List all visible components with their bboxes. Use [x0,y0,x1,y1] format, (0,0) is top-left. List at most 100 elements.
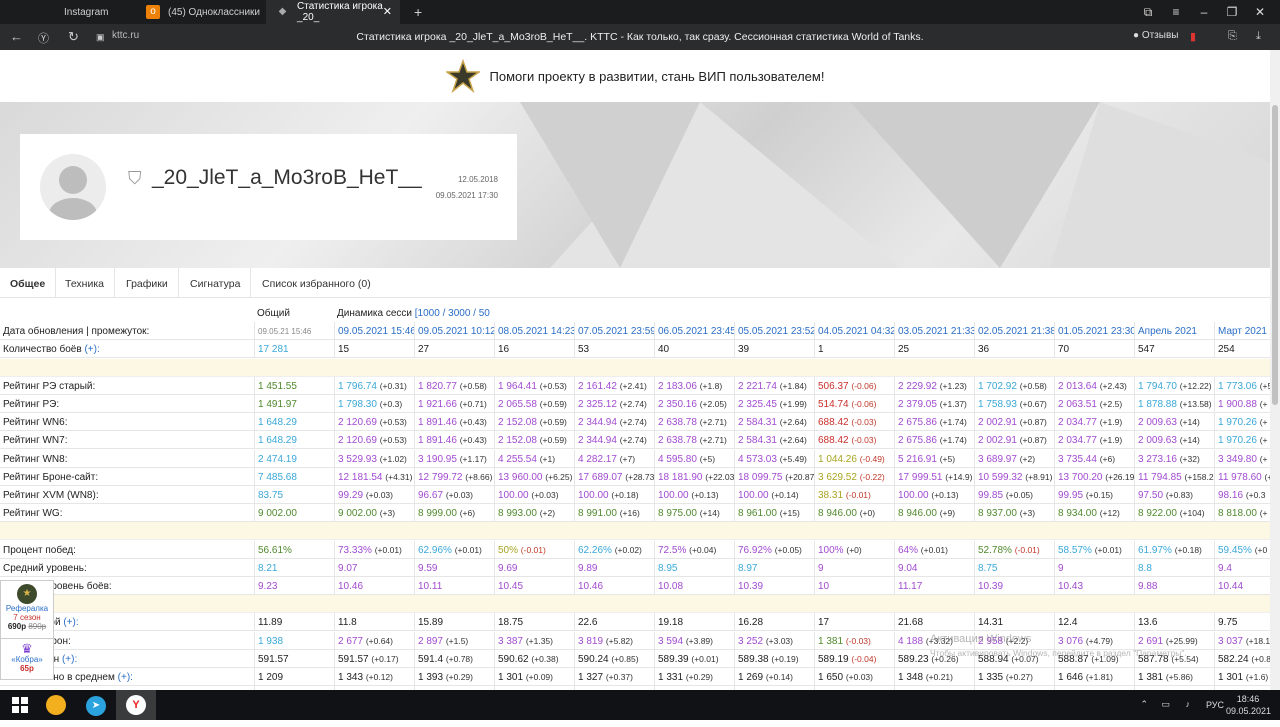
bookmark-icon[interactable]: ▮ [1190,30,1196,43]
date-cell[interactable]: 01.05.2021 23:30 [1054,322,1134,341]
stat-cell: 56.61% [254,540,334,559]
share-icon[interactable]: ⎘ [1228,30,1237,43]
date-cell[interactable]: 07.05.2021 23:59 [574,322,654,341]
stat-delta: (-0.06) [851,380,877,391]
close-window-icon[interactable]: ✕ [1240,0,1280,24]
volume-icon[interactable]: ♪ [1186,699,1191,709]
row-plus-toggle[interactable]: (+): [62,654,77,665]
date-cell[interactable]: 03.05.2021 21:33 [894,322,974,341]
clock-date[interactable]: 09.05.2021 [1226,706,1271,716]
referral-promo[interactable]: ★ Рефералка 7 сезон 690р 890р [1,581,53,639]
stat-cell: 73.33% (+0.01) [334,540,414,559]
reviews-button[interactable]: ● Отзывы [1125,30,1186,41]
battles-cell: 25 [894,340,974,359]
row-label-text: Рейтинг WG: [3,508,63,520]
stat-cell: 83.75 [254,486,334,504]
tray-chevron-icon[interactable]: ⌃ [1140,699,1148,710]
vip-banner[interactable]: Помоги проекту в развитии, стань ВИП пол… [0,50,1270,102]
language-indicator[interactable]: РУС [1206,700,1224,710]
download-icon[interactable]: ⤓ [1256,30,1261,43]
browser-tab-instagram[interactable]: Instagram [32,0,132,24]
stat-value: 62.96% [418,544,452,556]
stat-cell: 4 255.54 (+1) [494,449,574,468]
page-scrollbar[interactable] [1270,50,1280,690]
stat-value: 76.92% [738,544,772,556]
stat-value: 19.18 [658,617,684,629]
app-icon-1[interactable] [36,690,76,720]
stat-value: 3 735.44 [1058,453,1097,465]
stat-delta: (+0.18) [1174,544,1202,555]
stat-delta: (+0) [846,544,862,555]
row-plus-toggle[interactable]: (+): [84,344,99,355]
stat-cell: 2 350.16 (+2.05) [654,395,734,413]
stat-value: 2 897 [418,635,444,647]
stat-cell: 3 273.16 (+32) [1134,449,1214,468]
stat-cell: 16.28 [734,613,814,632]
stat-cell: 9.89 [574,558,654,577]
date-cell[interactable]: 02.05.2021 21:38 [974,322,1054,341]
date-cell[interactable]: Март 2021 [1214,322,1270,341]
stat-cell: 1 970.26 (+ [1214,413,1270,432]
clock-time[interactable]: 18:46 [1226,694,1270,704]
scrollbar-thumb[interactable] [1272,105,1278,405]
browser-tab-kttc[interactable]: ◆ Статистика игрока _20_ ✕ [266,0,400,24]
windows-start-icon[interactable] [0,690,40,720]
tab-title: (45) Одноклассники [168,6,260,18]
stat-cell: 8 961.00 (+15) [734,504,814,523]
stat-cell: 2 161.42 (+2.41) [574,376,654,395]
stat-delta: (+1.23) [939,380,967,391]
stat-delta: (+0.87) [1019,435,1047,446]
stat-delta: (+5.82) [605,635,633,646]
date-cell[interactable]: 06.05.2021 23:45 [654,322,734,341]
stat-value: 4 573.03 [738,453,777,465]
stat-delta: (+0.29) [685,672,713,682]
stat-delta: (+0.53) [539,380,567,391]
row-label: Количество боёв (+): [0,340,254,358]
stat-value: 590.24 [578,653,609,665]
tab-charts[interactable]: Графики [116,268,179,298]
tab-vehicles[interactable]: Техника [55,268,116,298]
star-badge-icon [445,59,480,93]
stat-cell: 8.21 [254,558,334,577]
stat-delta: (+5.86) [1165,672,1193,682]
date-cell[interactable]: Апрель 2021 [1134,322,1214,341]
stat-cell: 100.00 (+0.18) [574,486,654,504]
player-card: ⛉ _20_JleT_a_Mo3roB_HeT__ 12.05.2018 09.… [20,134,517,240]
row-plus-toggle[interactable]: (+): [118,672,133,683]
date-cell[interactable]: 09.05.2021 10:12 [414,322,494,341]
telegram-icon[interactable]: ➤ [76,690,116,720]
row-plus-toggle[interactable]: (+): [63,617,78,628]
tab-favorites[interactable]: Список избранного (0) [252,268,381,298]
date-cell[interactable]: 05.05.2021 23:52 [734,322,814,341]
row-label: Рейтинг WN8: [0,450,254,468]
date-cell[interactable]: 09.05.2021 15:46 [334,322,414,341]
stat-delta: (+12) [1099,508,1120,519]
tab-general[interactable]: Общее [0,268,57,298]
session-range-links[interactable]: [1000 / 3000 / 50 [415,308,490,319]
stat-cell: 72.5% (+0.04) [654,540,734,559]
date-cell[interactable]: 04.05.2021 04:32 [814,322,894,341]
browser-tab-odnoklassniki[interactable]: о (45) Одноклассники [136,0,262,24]
stat-delta: (+1.74) [939,435,967,446]
stat-delta: (+1.9) [1099,417,1123,428]
kobra-promo[interactable]: ♛ «Кобра» 65р [1,639,53,673]
tab-signature[interactable]: Сигнатура [180,268,252,298]
stat-value: 18.75 [498,617,524,629]
close-tab-icon[interactable]: ✕ [383,5,392,18]
stat-delta: (+0.78) [445,653,473,664]
stat-cell: 2 584.31 (+2.64) [734,431,814,450]
stat-delta: (+0 [1254,544,1268,555]
player-created-date: 12.05.2018 [457,175,498,184]
stat-cell: 1 301 (+1.6) [1214,668,1270,686]
stat-delta: (+0.53) [379,435,407,446]
network-icon[interactable]: ▭ [1161,699,1170,710]
stat-cell: 2 034.77 (+1.9) [1054,413,1134,432]
row-label: Рейтинг WN6: [0,413,254,431]
player-updated-date: 09.05.2021 17:30 [435,191,498,200]
stat-value: 591.4 [418,653,444,665]
date-cell[interactable]: 08.05.2021 14:23 [494,322,574,341]
stat-cell: 3 037 (+18.1 [1214,631,1270,650]
new-tab-button[interactable]: + [410,0,430,24]
stat-cell: 2 897 (+1.5) [414,631,494,650]
yandex-browser-icon[interactable]: Y [116,690,156,720]
